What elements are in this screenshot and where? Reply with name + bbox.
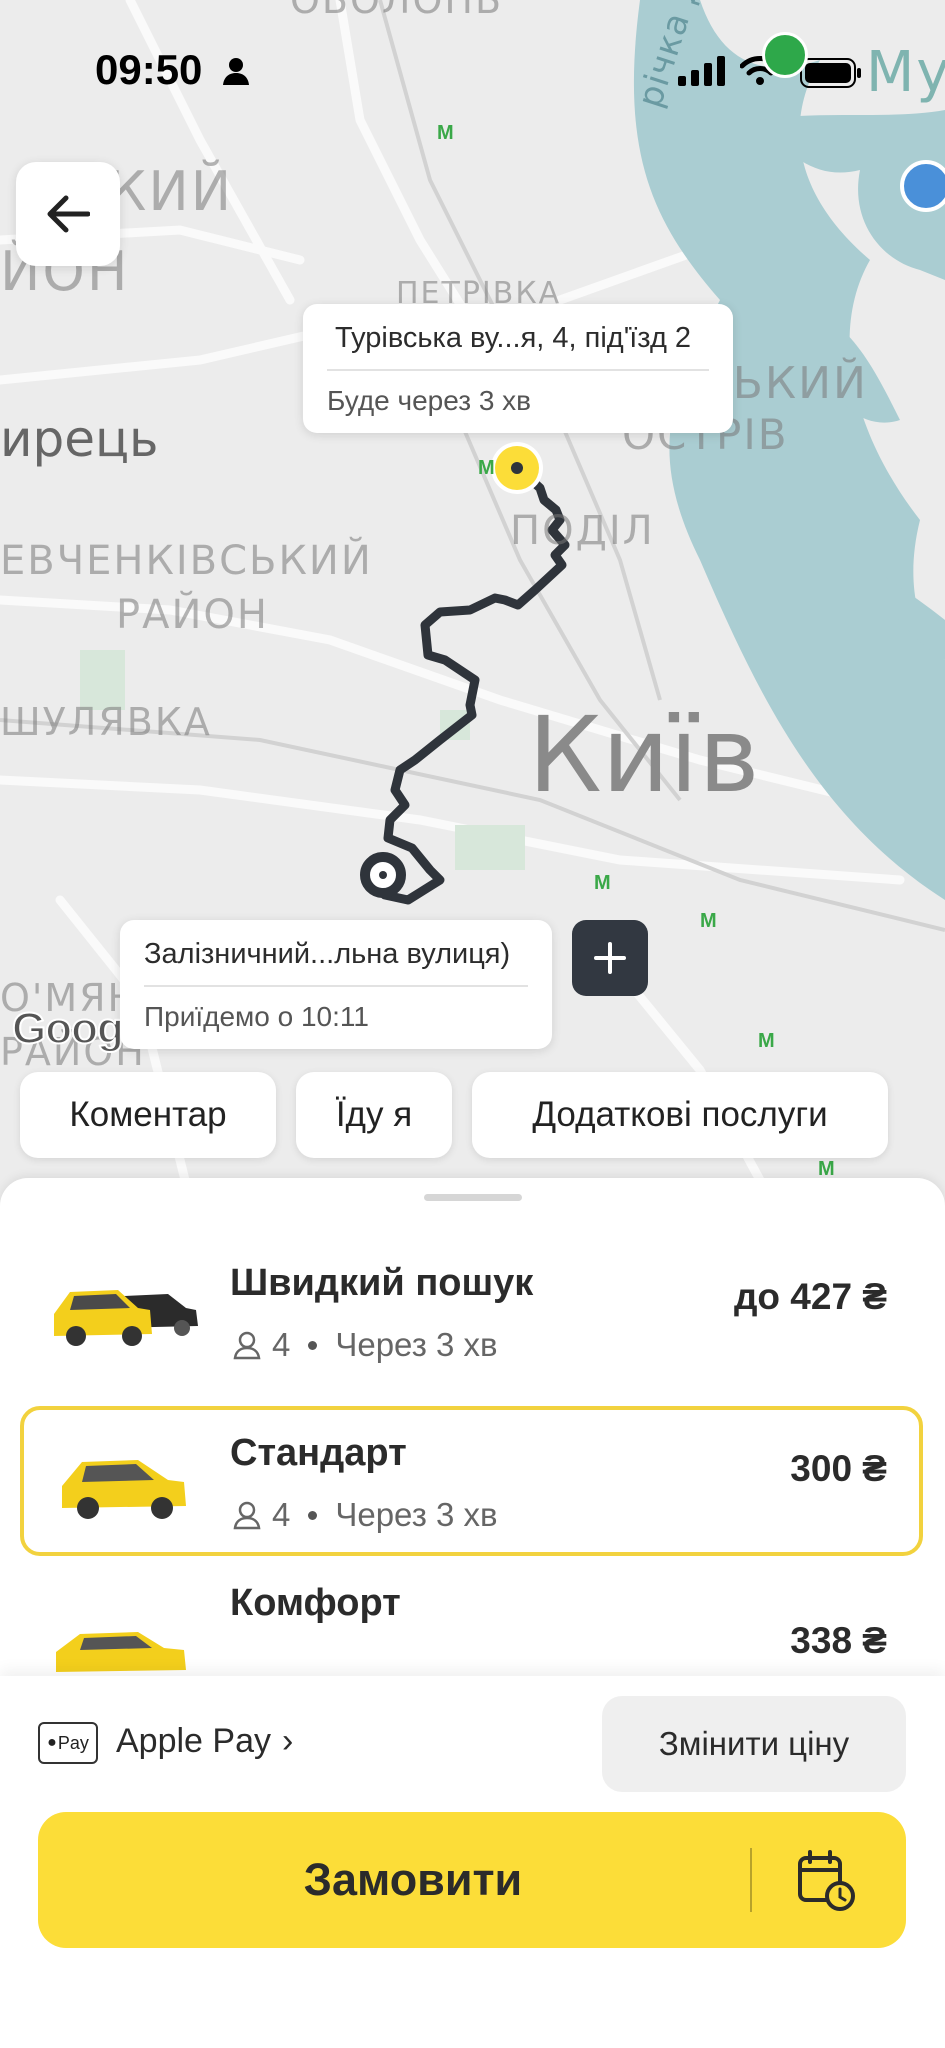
schedule-calendar-icon[interactable] — [796, 1848, 856, 1912]
dot-separator-icon — [308, 1510, 318, 1520]
dropoff-arrival: Приїдемо о 10:11 — [144, 1001, 369, 1032]
map-label: РАЙОН — [116, 592, 269, 638]
dropoff-marker[interactable] — [360, 852, 406, 898]
back-button[interactable] — [16, 162, 120, 266]
tariff-title: Стандарт — [230, 1432, 407, 1474]
payment-selector[interactable]: ● Pay Apple Pay › — [0, 1676, 330, 1806]
two-cars-icon — [54, 1290, 198, 1346]
chip-comment[interactable]: Коментар — [20, 1072, 276, 1158]
map-label: ирець — [0, 410, 159, 468]
metro-icon: M — [700, 910, 717, 932]
map-label: КИЙ — [108, 160, 234, 223]
tariff-seats: 4 — [272, 1326, 291, 1363]
lock-pin-icon[interactable] — [900, 160, 945, 212]
tariff-meta: 4 Через 3 хв — [232, 1326, 498, 1364]
dot-separator-icon — [308, 1340, 318, 1350]
status-bar: 09:50 — [0, 32, 945, 100]
tariff-seats: 4 — [272, 1496, 291, 1533]
yellow-sedan-icon — [56, 1632, 186, 1672]
pay-badge-text: Pay — [57, 1732, 89, 1753]
map-label: ЕВЧЕНКІВСЬКИЙ — [0, 538, 373, 584]
chip-extra-services[interactable]: Додаткові послуги — [472, 1072, 888, 1158]
person-icon — [223, 58, 249, 85]
tariff-option-standard[interactable]: Стандарт 4 Через 3 хв 300 ₴ — [20, 1406, 923, 1556]
status-time: 09:50 — [95, 46, 203, 93]
pickup-marker[interactable] — [495, 446, 539, 490]
pickup-eta: Буде через 3 хв — [327, 385, 532, 416]
tariff-eta: Через 3 хв — [335, 1326, 498, 1363]
arrow-left-icon — [47, 195, 90, 233]
pickup-callout[interactable]: Турівська ву...я, 4, під'їзд 2 Буде чере… — [303, 304, 733, 433]
chevron-right-icon: › — [282, 1722, 294, 1760]
person-outline-icon — [233, 1501, 261, 1530]
tariff-title: Швидкий пошук — [230, 1262, 534, 1304]
yellow-car-icon — [62, 1460, 186, 1519]
order-divider — [750, 1848, 752, 1912]
add-stop-button[interactable] — [572, 920, 648, 996]
map-label: Київ — [528, 694, 760, 816]
plus-icon — [594, 942, 626, 974]
tariff-meta: 4 Через 3 хв — [232, 1496, 498, 1534]
google-logo: Goog — [11, 1003, 125, 1054]
dropoff-address: Залізничний...льна вулиця) — [144, 920, 528, 987]
tariff-price: 300 ₴ — [790, 1448, 887, 1489]
signal-icon — [678, 56, 725, 86]
apple-icon: ● — [47, 1734, 57, 1751]
map-label: ШУЛЯВКА — [0, 700, 212, 744]
tariff-eta: Через 3 хв — [335, 1496, 498, 1533]
tariff-price: до 427 ₴ — [733, 1276, 887, 1317]
metro-icon: M — [758, 1030, 775, 1052]
order-footer: ● Pay Apple Pay › Змінити ціну Замовити — [0, 1676, 945, 2048]
map-label: ПОДІЛ — [510, 508, 655, 554]
metro-icon: M — [437, 122, 454, 144]
payment-method: Apple Pay — [116, 1722, 271, 1760]
tariff-price: 338 ₴ — [790, 1620, 887, 1661]
battery-icon — [800, 58, 861, 88]
dropoff-callout[interactable]: Залізничний...льна вулиця) Приїдемо о 10… — [120, 920, 552, 1049]
order-button[interactable]: Замовити — [38, 1812, 906, 1948]
pickup-address: Турівська ву...я, 4, під'їзд 2 — [327, 304, 709, 371]
green-location-icon — [762, 32, 808, 78]
chip-riding-myself[interactable]: Їду я — [296, 1072, 452, 1158]
tariff-option-fast-search[interactable]: Швидкий пошук 4 Через 3 хв до 427 ₴ — [20, 1238, 923, 1388]
map-label: ОБОЛОНЬ — [290, 0, 504, 22]
apple-pay-icon: ● Pay — [38, 1722, 98, 1764]
sheet-handle[interactable] — [424, 1194, 522, 1201]
person-outline-icon — [233, 1331, 261, 1360]
order-button-label: Замовити — [303, 1854, 523, 1905]
metro-icon: M — [478, 457, 495, 479]
tariff-title: Комфорт — [230, 1582, 401, 1624]
change-price-button[interactable]: Змінити ціну — [602, 1696, 906, 1792]
metro-icon: M — [594, 872, 611, 894]
